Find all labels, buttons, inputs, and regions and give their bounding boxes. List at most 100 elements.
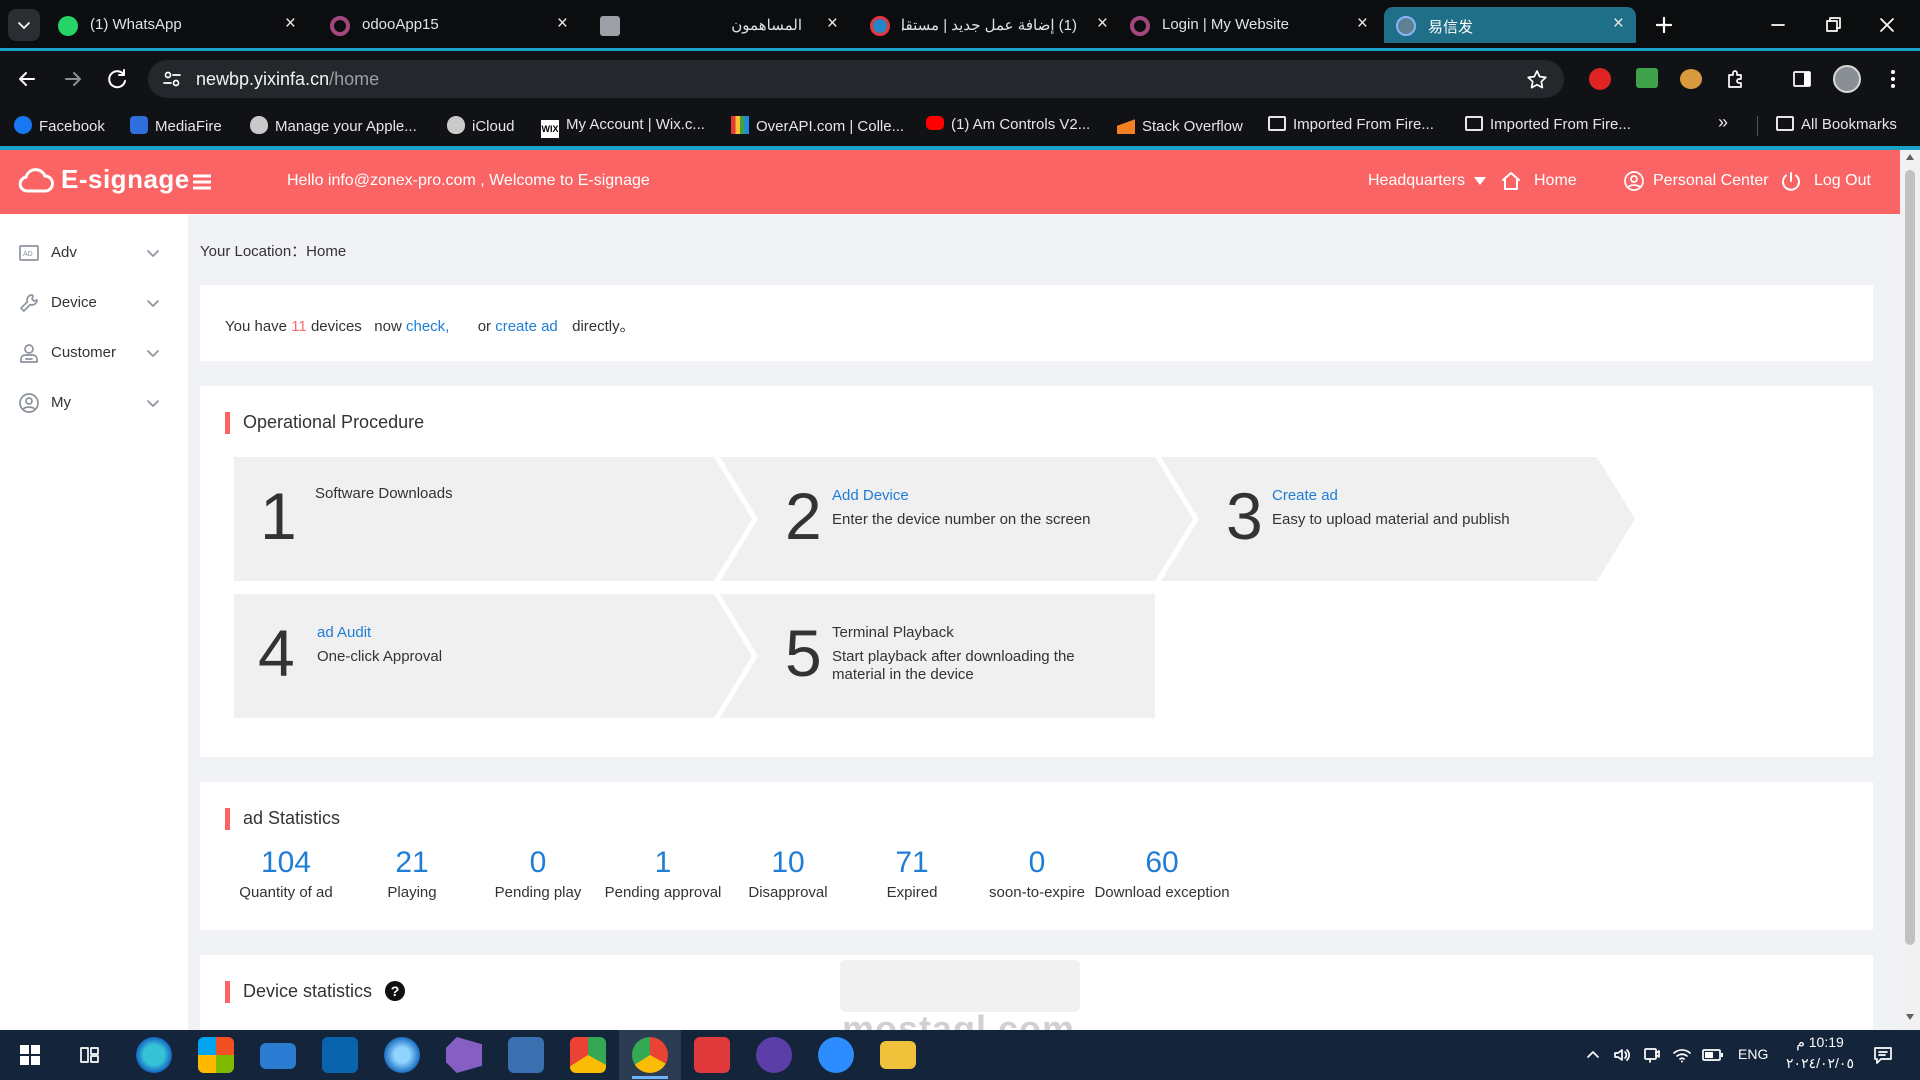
bookmark-folder[interactable]: Imported From Fire... (1465, 116, 1631, 133)
site-info-icon[interactable] (160, 67, 184, 91)
menu-toggle-button[interactable] (190, 170, 214, 194)
stat-item[interactable]: 1 Pending approval (593, 846, 733, 901)
app-logo[interactable]: E-signage (61, 164, 190, 195)
wifi-icon[interactable] (1672, 1045, 1692, 1065)
mail-icon[interactable] (260, 1043, 296, 1069)
stat-item[interactable]: 21 Playing (342, 846, 482, 901)
browser-tab[interactable]: (1) إضافة عمل جديد | مستقل × (858, 7, 1120, 43)
create-ad-step-link[interactable]: Create ad (1272, 487, 1338, 504)
stackoverflow-icon (1117, 116, 1135, 134)
volume-icon[interactable] (1612, 1045, 1632, 1065)
org-dropdown[interactable]: Headquarters (1368, 172, 1487, 190)
forward-button[interactable] (58, 64, 88, 94)
bookmark-item[interactable]: Stack Overflow (1117, 116, 1243, 135)
bookmark-label: All Bookmarks (1801, 116, 1897, 133)
app-orb-icon[interactable] (384, 1037, 420, 1073)
browser-tab[interactable]: Login | My Website × (1118, 7, 1380, 43)
personal-center-link[interactable]: Personal Center (1623, 170, 1769, 192)
extension-adblock-icon[interactable] (1589, 68, 1611, 90)
wix-icon: WIX (541, 120, 559, 138)
outlook-icon[interactable] (322, 1037, 358, 1073)
stat-item[interactable]: 10 Disapproval (718, 846, 858, 901)
sidebar-item-device[interactable]: Device (0, 281, 188, 325)
bookmark-item[interactable]: (1) Am Controls V2... (926, 116, 1090, 133)
scroll-down-arrow-icon[interactable] (1906, 1014, 1914, 1020)
clock-date[interactable]: ٢٠٢٤/٠٢/٠٥ (1772, 1055, 1868, 1072)
close-tab-icon[interactable]: × (285, 13, 296, 35)
file-explorer-icon[interactable] (880, 1041, 916, 1069)
chrome-icon[interactable] (632, 1037, 668, 1073)
url-text[interactable]: newbp.yixinfa.cn/home (196, 69, 379, 90)
more-bookmarks-button[interactable]: » (1718, 112, 1728, 133)
stat-item[interactable]: 104 Quantity of ad (216, 846, 356, 901)
step-title[interactable]: Software Downloads (315, 485, 453, 502)
browser-menu-button[interactable] (1880, 66, 1906, 92)
scroll-up-arrow-icon[interactable] (1906, 154, 1914, 160)
ad-audit-link[interactable]: ad Audit (317, 624, 371, 641)
notifications-icon[interactable] (1872, 1044, 1894, 1066)
close-window-button[interactable] (1871, 9, 1903, 41)
close-tab-icon[interactable]: × (827, 13, 838, 35)
edge-icon[interactable] (136, 1037, 172, 1073)
task-view-icon[interactable] (78, 1044, 100, 1066)
logout-link[interactable]: Log Out (1780, 170, 1871, 192)
bookmark-item[interactable]: MediaFire (130, 116, 222, 135)
bookmark-item[interactable]: WIX My Account | Wix.c... (541, 116, 705, 138)
stat-item[interactable]: 0 soon-to-expire (967, 846, 1107, 901)
microsoft-store-icon[interactable] (198, 1037, 234, 1073)
stat-item[interactable]: 60 Download exception (1092, 846, 1232, 901)
home-link[interactable]: Home (1500, 170, 1577, 192)
add-device-link[interactable]: Add Device (832, 487, 909, 504)
bookmark-star-button[interactable] (1524, 67, 1550, 93)
bookmark-item[interactable]: iCloud (447, 116, 515, 135)
stat-value: 71 (895, 846, 929, 879)
language-indicator[interactable]: ENG (1738, 1046, 1768, 1062)
settings-app-icon[interactable] (508, 1037, 544, 1073)
tab-search-button[interactable] (8, 9, 40, 41)
side-panel-icon[interactable] (1790, 67, 1814, 91)
close-tab-icon[interactable]: × (1097, 13, 1108, 35)
sidebar-item-adv[interactable]: AD Adv (0, 231, 188, 275)
browser-tab[interactable]: odooApp15 × (318, 7, 580, 43)
stat-item[interactable]: 71 Expired (842, 846, 982, 901)
browser-tab-active[interactable]: 易信发 × (1384, 7, 1636, 43)
extensions-puzzle-icon[interactable] (1724, 67, 1748, 91)
minimize-window-button[interactable] (1762, 9, 1794, 41)
windows-start-icon[interactable] (20, 1045, 40, 1065)
reload-button[interactable] (103, 64, 133, 94)
close-tab-icon[interactable]: × (1613, 13, 1624, 35)
extension-character-icon[interactable] (1680, 69, 1702, 89)
back-button[interactable] (12, 64, 42, 94)
extension-green-icon[interactable] (1636, 68, 1658, 88)
sidebar-item-my[interactable]: My (0, 381, 188, 425)
stat-item[interactable]: 0 Pending play (468, 846, 608, 901)
bookmark-folder[interactable]: Imported From Fire... (1268, 116, 1434, 133)
browser-tab[interactable]: (1) WhatsApp × (46, 7, 308, 43)
check-devices-link[interactable]: check, (406, 318, 449, 335)
bookmark-item[interactable]: OverAPI.com | Colle... (731, 116, 904, 135)
bookmark-item[interactable]: Manage your Apple... (250, 116, 417, 135)
clock-time[interactable]: 10:19 م (1778, 1034, 1862, 1051)
camera-icon[interactable] (1642, 1045, 1662, 1065)
home-label: Home (1534, 172, 1577, 189)
tray-chevron-up-icon[interactable] (1584, 1046, 1602, 1064)
bookmark-item[interactable]: Facebook (14, 116, 105, 135)
close-tab-icon[interactable]: × (1357, 13, 1368, 35)
browser-tab[interactable]: المساهمون × (588, 7, 850, 43)
iptv-icon[interactable] (756, 1037, 792, 1073)
new-tab-button[interactable] (1648, 9, 1680, 41)
sidebar-item-customer[interactable]: Customer (0, 331, 188, 375)
battery-icon[interactable] (1702, 1048, 1724, 1062)
restore-window-button[interactable] (1817, 9, 1849, 41)
anydesk-icon[interactable] (694, 1037, 730, 1073)
zoom-icon[interactable] (818, 1037, 854, 1073)
close-tab-icon[interactable]: × (557, 13, 568, 35)
photos-icon[interactable] (570, 1037, 606, 1073)
profile-avatar[interactable] (1833, 65, 1861, 93)
all-bookmarks-button[interactable]: All Bookmarks (1776, 116, 1897, 133)
bookmark-label: (1) Am Controls V2... (951, 116, 1091, 133)
scrollbar-thumb[interactable] (1905, 170, 1915, 945)
stat-label: Disapproval (748, 884, 828, 901)
create-ad-link[interactable]: create ad (495, 318, 558, 335)
help-icon[interactable]: ? (385, 981, 406, 1001)
